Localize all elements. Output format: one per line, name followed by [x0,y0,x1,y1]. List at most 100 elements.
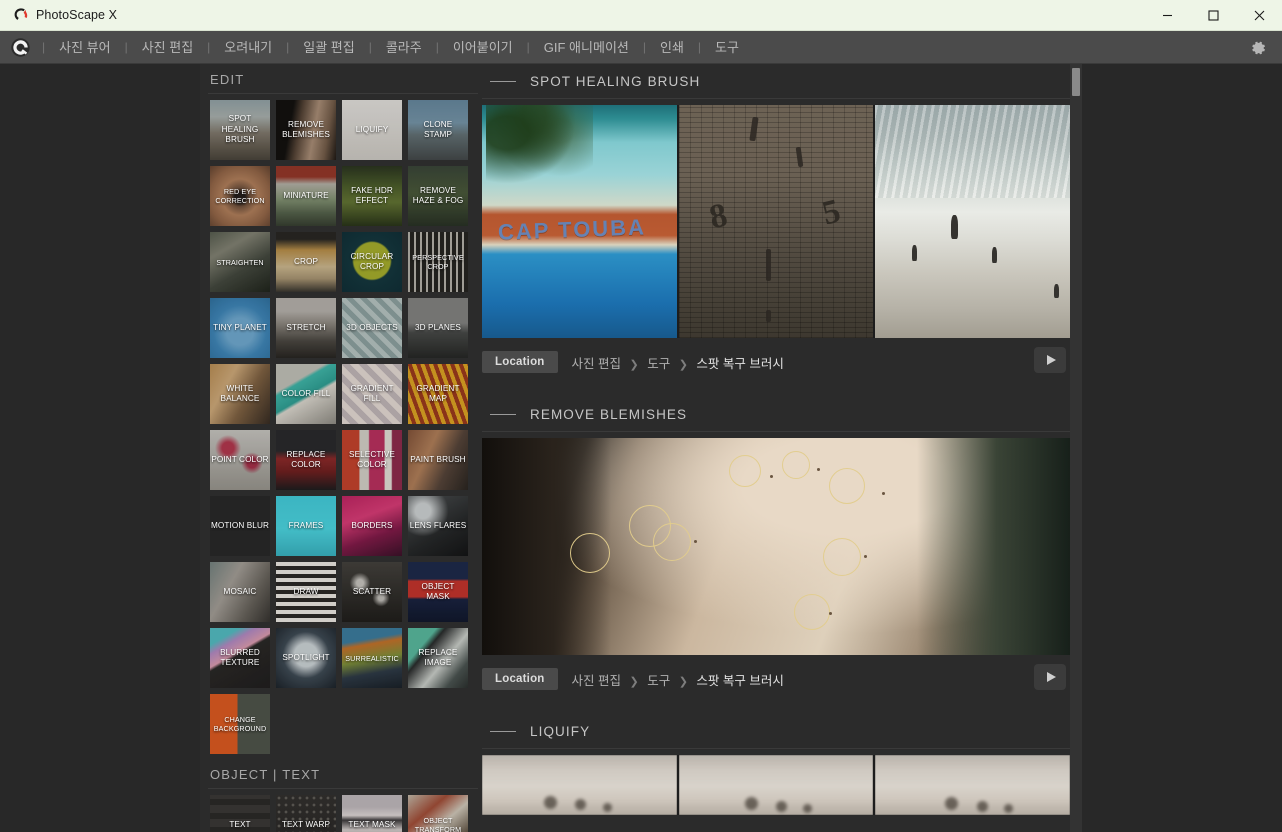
image-text-cap-touba: CAP TOUBA [497,214,646,245]
tile-circular-crop[interactable]: CIRCULAR CROP [342,232,402,292]
nav-item-tools[interactable]: 도구 [703,31,751,64]
tile-replace-color[interactable]: REPLACE COLOR [276,430,336,490]
tile-change-background[interactable]: CHANGE BACKGROUND [210,694,270,754]
tile-spot-healing-brush[interactable]: SPOT HEALING BRUSH [210,100,270,160]
tile-color-fill[interactable]: COLOR FILL [276,364,336,424]
preview-image-brick-wall: 8 5 [679,105,874,338]
tile-text-mask[interactable]: TEXT MASK [342,795,402,832]
nav-items: | 사진 뷰어 | 사진 편집 | 오려내기 | 일괄 편집 | 콜라주 | 이… [40,31,751,64]
breadcrumb-mid[interactable]: 도구 [647,357,670,371]
tile-text[interactable]: TEXT [210,795,270,832]
tile-white-balance[interactable]: WHITE BALANCE [210,364,270,424]
tile-liquify[interactable]: LIQUIFY [342,100,402,160]
tile-lens-flares[interactable]: LENS FLARES [408,496,468,556]
header-dash [490,414,516,415]
preview-images-spot-healing-brush: CAP TOUBA 8 5 [482,105,1070,338]
tile-draw[interactable]: DRAW [276,562,336,622]
tile-3d-planes[interactable]: 3D PLANES [408,298,468,358]
tile-tiny-planet[interactable]: TINY PLANET [210,298,270,358]
tile-replace-image[interactable]: REPLACE IMAGE [408,628,468,688]
tile-label: REMOVE HAZE & FOG [408,186,468,207]
tile-label: REPLACE IMAGE [408,648,468,669]
tile-label: BORDERS [342,521,402,532]
tile-remove-haze-and-fog[interactable]: REMOVE HAZE & FOG [408,166,468,226]
preview-image-beach [875,105,1070,338]
tile-remove-blemishes[interactable]: REMOVE BLEMISHES [276,100,336,160]
breadcrumb-separator: ❯ [674,676,693,688]
tile-red-eye-correction[interactable]: RED EYE CORRECTION [210,166,270,226]
play-icon[interactable] [1034,664,1066,690]
tile-miniature[interactable]: MINIATURE [276,166,336,226]
preview-header-spot-healing-brush: SPOT HEALING BRUSH [480,64,1082,98]
tile-scatter[interactable]: SCATTER [342,562,402,622]
tile-label: GRADIENT FILL [342,384,402,405]
object-text-tile-grid: TEXT TEXT WARP TEXT MASK OBJECT TRANSFOR… [206,795,478,832]
tile-gradient-fill[interactable]: GRADIENT FILL [342,364,402,424]
tile-label: BLURRED TEXTURE [210,648,270,669]
nav-item-gif-animation[interactable]: GIF 애니메이션 [532,31,641,64]
tile-point-color[interactable]: POINT COLOR [210,430,270,490]
tile-label: WHITE BALANCE [210,384,270,405]
edit-tile-grid: SPOT HEALING BRUSH REMOVE BLEMISHES LIQU… [206,100,478,754]
tile-borders[interactable]: BORDERS [342,496,402,556]
tile-label: CROP [276,257,336,268]
tile-paint-brush[interactable]: PAINT BRUSH [408,430,468,490]
nav-item-print[interactable]: 인쇄 [648,31,696,64]
preview-title: LIQUIFY [530,724,590,739]
nav-item-collage[interactable]: 콜라주 [374,31,434,64]
tile-mosaic[interactable]: MOSAIC [210,562,270,622]
nav-separator: | [525,40,532,54]
tile-label: POINT COLOR [210,455,270,466]
nav-item-cutout[interactable]: 오려내기 [212,31,284,64]
main-area: EDIT SPOT HEALING BRUSH REMOVE BLEMISHES [0,64,1282,832]
preview-images-liquify [482,755,1070,815]
tile-fake-hdr-effect[interactable]: FAKE HDR EFFECT [342,166,402,226]
tile-motion-blur[interactable]: MOTION BLUR [210,496,270,556]
tile-label: PAINT BRUSH [408,455,468,466]
tile-selective-color[interactable]: SELECTIVE COLOR [342,430,402,490]
tile-label: PERSPECTIVE CROP [408,253,468,271]
tile-perspective-crop[interactable]: PERSPECTIVE CROP [408,232,468,292]
tile-object-mask[interactable]: OBJECT MASK [408,562,468,622]
tile-clone-stamp[interactable]: CLONE STAMP [408,100,468,160]
minimize-button[interactable] [1144,0,1190,31]
tile-crop[interactable]: CROP [276,232,336,292]
maximize-button[interactable] [1190,0,1236,31]
header-divider [482,431,1080,432]
gear-icon[interactable] [1244,31,1272,64]
tile-blurred-texture[interactable]: BLURRED TEXTURE [210,628,270,688]
window-titlebar: PhotoScape X [0,0,1282,31]
tile-stretch[interactable]: STRETCH [276,298,336,358]
photoscape-mark-icon[interactable] [0,31,40,64]
tile-label: DRAW [276,587,336,598]
nav-item-photo-viewer[interactable]: 사진 뷰어 [47,31,122,64]
tile-spotlight[interactable]: SPOTLIGHT [276,628,336,688]
tile-text-warp[interactable]: TEXT WARP [276,795,336,832]
play-icon[interactable] [1034,347,1066,373]
preview-header-liquify: LIQUIFY [480,714,1082,748]
header-divider [482,748,1080,749]
nav-separator: | [434,40,441,54]
tile-straighten[interactable]: STRAIGHTEN [210,232,270,292]
nav-item-combine[interactable]: 이어붙이기 [441,31,525,64]
breadcrumb-root[interactable]: 사진 편집 [572,674,621,688]
tile-gradient-map[interactable]: GRADIENT MAP [408,364,468,424]
scrollbar-thumb[interactable] [1072,68,1080,96]
tile-frames[interactable]: FRAMES [276,496,336,556]
tile-label: CHANGE BACKGROUND [210,715,270,733]
nav-separator: | [367,40,374,54]
breadcrumb-mid[interactable]: 도구 [647,674,670,688]
breadcrumb-root[interactable]: 사진 편집 [572,357,621,371]
vertical-scrollbar[interactable] [1070,64,1082,832]
preview-images-remove-blemishes [482,438,1070,655]
section-title-edit: EDIT [206,64,480,93]
tile-label: COLOR FILL [276,389,336,400]
nav-item-batch[interactable]: 일괄 편집 [291,31,366,64]
preview-image-liquify-2 [679,755,874,815]
tile-surrealistic[interactable]: SURREALISTIC [342,628,402,688]
close-button[interactable] [1236,0,1282,31]
tile-label: RED EYE CORRECTION [210,187,270,205]
nav-item-photo-editor[interactable]: 사진 편집 [130,31,205,64]
tile-object-transform[interactable]: OBJECT TRANSFORM [408,795,468,832]
tile-3d-objects[interactable]: 3D OBJECTS [342,298,402,358]
